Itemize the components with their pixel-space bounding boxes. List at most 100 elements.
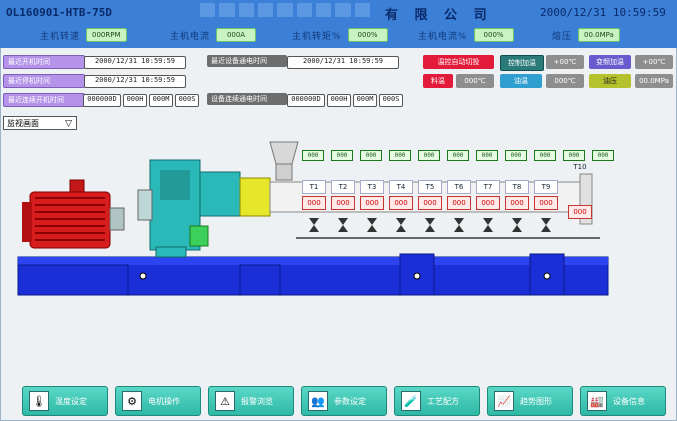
stat-value: 000% [473,28,514,42]
cont-run-seconds: 000S [175,94,199,107]
last-start-field: 2000/12/31 10:59:59 [84,56,186,69]
valve-icon [367,216,377,232]
nav-label: 设备信息 [613,396,645,406]
last-stop-field: 2000/12/31 10:59:59 [84,75,186,88]
nav-label: 工艺配方 [427,396,459,406]
trend-chart-icon: 📈 [494,391,514,411]
machine-code: OL160901-HTB-75D [6,6,112,19]
continuous-run-button[interactable]: 最近连续开机时间 [3,93,85,107]
stat-value: 000A [216,28,257,42]
zone-t9[interactable]: T9 000 [534,180,558,210]
zone-t2[interactable]: T2 000 [331,180,355,210]
nav-label: 温度设定 [55,396,87,406]
nav-button[interactable]: 👥 参数设定 [301,386,387,416]
valve-icon [338,216,348,232]
stat-label: 主机电流% [418,31,468,42]
stat-melt-pressure: 熔压 00.0MPa [552,28,620,42]
cont-run-hours: 000H [123,94,147,107]
nav-label: 报警浏览 [241,396,273,406]
oil-temp-label: 油温 [500,74,542,88]
valve-icon [396,216,406,232]
motor-icon: ⚙ [122,391,142,411]
chevron-down-icon: ▽ [65,119,72,129]
warning-icon: ⚠ [215,391,235,411]
zone-label: T10 [573,163,587,171]
zone-value: 000 [302,196,326,210]
zone-t6[interactable]: T6 000 [447,180,471,210]
coupling [239,177,271,217]
last-stop-button[interactable]: 最近停机时间 [3,74,85,88]
nav-label: 电机操作 [148,396,180,406]
hopper-icon [269,141,299,181]
top-temp-value: 000 [389,150,411,161]
last-start-button[interactable]: 最近开机时间 [3,55,85,69]
header-datetime: 2000/12/31 10:59:59 [540,6,666,19]
last-power-field: 2000/12/31 10:59:59 [287,56,399,69]
material-temp-value: 000℃ [456,74,494,88]
zone-label: T8 [505,180,529,194]
zone-t10[interactable]: T10 000 [568,163,592,219]
zone-t5[interactable]: T5 000 [418,180,442,210]
zone-label: T2 [331,180,355,194]
people-icon: 👥 [308,391,328,411]
nav-button[interactable]: ⚙ 电机操作 [115,386,201,416]
cont-power-hours: 000H [327,94,351,107]
header-bar: OL160901-HTB-75D 有 限 公 司 2000/12/31 10:5… [0,0,677,48]
thermometer-icon: 🌡 [29,391,49,411]
cont-power-minutes: 000M [353,94,377,107]
zone-label: T4 [389,180,413,194]
header-decor [200,3,370,17]
zone-t7[interactable]: T7 000 [476,180,500,210]
zone-value: 000 [447,196,471,210]
top-temp-value: 000 [592,150,614,161]
oil-pressure-value: 00.0MPa [635,74,673,88]
zone-t8[interactable]: T8 000 [505,180,529,210]
zone-label: T6 [447,180,471,194]
top-temp-value: 000 [447,150,469,161]
oil-temp-value: 000℃ [546,74,584,88]
top-temp-value: 000 [331,150,353,161]
valve-icon [483,216,493,232]
valve-icon [309,216,319,232]
zone-t3[interactable]: T3 000 [360,180,384,210]
top-temp-value: 000 [418,150,440,161]
recipe-icon: 🧪 [401,391,421,411]
company-name: 有 限 公 司 [385,8,493,23]
zone-value: 000 [534,196,558,210]
continuous-power-label: 设备连续通电时间 [207,93,287,105]
stat-main-torque: 主机转矩% 000% [292,28,388,42]
nav-label: 参数设定 [334,396,366,406]
zone-value: 000 [476,196,500,210]
stat-label: 主机转速 [40,31,81,42]
last-power-label: 最近设备通电时间 [207,55,287,67]
control-heat-label: 控制加温 [500,55,544,71]
zone-label: T5 [418,180,442,194]
stat-main-current: 主机电流 000A [170,28,257,42]
nav-button[interactable]: 📈 趋势图形 [487,386,573,416]
view-select[interactable]: 监视画面 ▽ [3,116,77,130]
zone-t4[interactable]: T4 000 [389,180,413,210]
cont-run-minutes: 000M [149,94,173,107]
zone-label: T9 [534,180,558,194]
nav-button[interactable]: ⚠ 报警浏览 [208,386,294,416]
cont-power-days: 000000D [287,94,325,107]
nav-button[interactable]: 🏭 设备信息 [580,386,666,416]
stat-label: 熔压 [552,31,573,42]
nav-button[interactable]: 🌡 温度设定 [22,386,108,416]
zone-value: 000 [505,196,529,210]
stat-value: 000RPM [86,28,127,42]
zone-value: 000 [568,205,592,219]
zone-value: 000 [418,196,442,210]
zone-t1[interactable]: T1 000 [302,180,326,210]
nav-label: 趋势图形 [520,396,552,406]
cont-power-seconds: 000S [379,94,403,107]
freq-heat-label: 变频加温 [589,55,631,69]
valve-icon [541,216,551,232]
nav-button[interactable]: 🧪 工艺配方 [394,386,480,416]
stat-value: 000% [347,28,388,42]
zone-value: 000 [360,196,384,210]
cont-run-days: 000000D [83,94,121,107]
top-temp-value: 000 [476,150,498,161]
zone-label: T3 [360,180,384,194]
auto-temp-switch-button[interactable]: 温控自动切投 [423,55,494,69]
